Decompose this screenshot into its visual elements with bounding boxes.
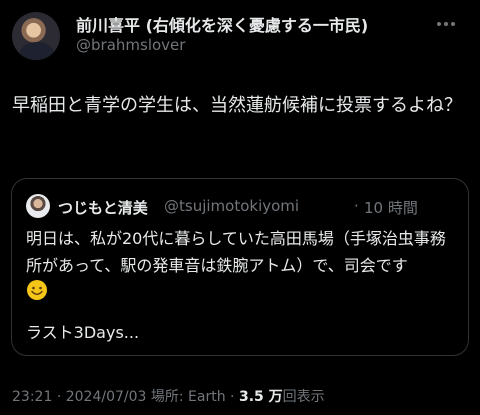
quoted-tweet-last-line: ラスト3Days...: [26, 323, 140, 342]
tweet: 前川喜平 (右傾化を深く憂慮する一市民) @brahmslover 早稲田と青学…: [0, 0, 480, 415]
tweet-location: 場所: Earth: [150, 389, 226, 405]
smiling-face-emoji-icon: [27, 280, 47, 300]
meta-separator: ·: [56, 389, 62, 405]
quoted-tweet-text: 明日は、私が20代に暮らしていた高田馬場（手塚治虫事務所があって、駅の発車音は鉄…: [26, 229, 446, 275]
quoted-author-avatar: [26, 194, 50, 218]
quoted-timestamp: 10 時間: [364, 199, 418, 217]
quoted-author-handle: @tsujimotokiyomi: [164, 197, 300, 215]
quoted-tweet-card[interactable]: つじもと清美 @tsujimotokiyomi · 10 時間 明日は、私が20…: [11, 178, 469, 356]
tweet-date[interactable]: 2024/07/03: [66, 389, 147, 405]
views-label: 回表示: [282, 389, 325, 405]
views-count: 3.5 万: [238, 389, 283, 405]
more-horizontal-icon[interactable]: [434, 12, 458, 36]
tweet-meta: 23:21 · 2024/07/03 場所: Earth · 3.5 万回表示: [12, 386, 325, 406]
author-avatar[interactable]: [12, 12, 60, 60]
tweet-text: 早稲田と青学の学生は、当然蓮舫候補に投票するよね？: [12, 95, 462, 116]
quoted-author-display-name: つじもと清美: [58, 199, 148, 217]
author-handle[interactable]: @brahmslover: [76, 36, 185, 54]
author-display-name[interactable]: 前川喜平 (右傾化を深く憂慮する一市民): [76, 12, 368, 36]
quoted-separator: ·: [354, 197, 359, 215]
tweet-time[interactable]: 23:21: [12, 389, 52, 405]
meta-separator: ·: [230, 389, 235, 405]
